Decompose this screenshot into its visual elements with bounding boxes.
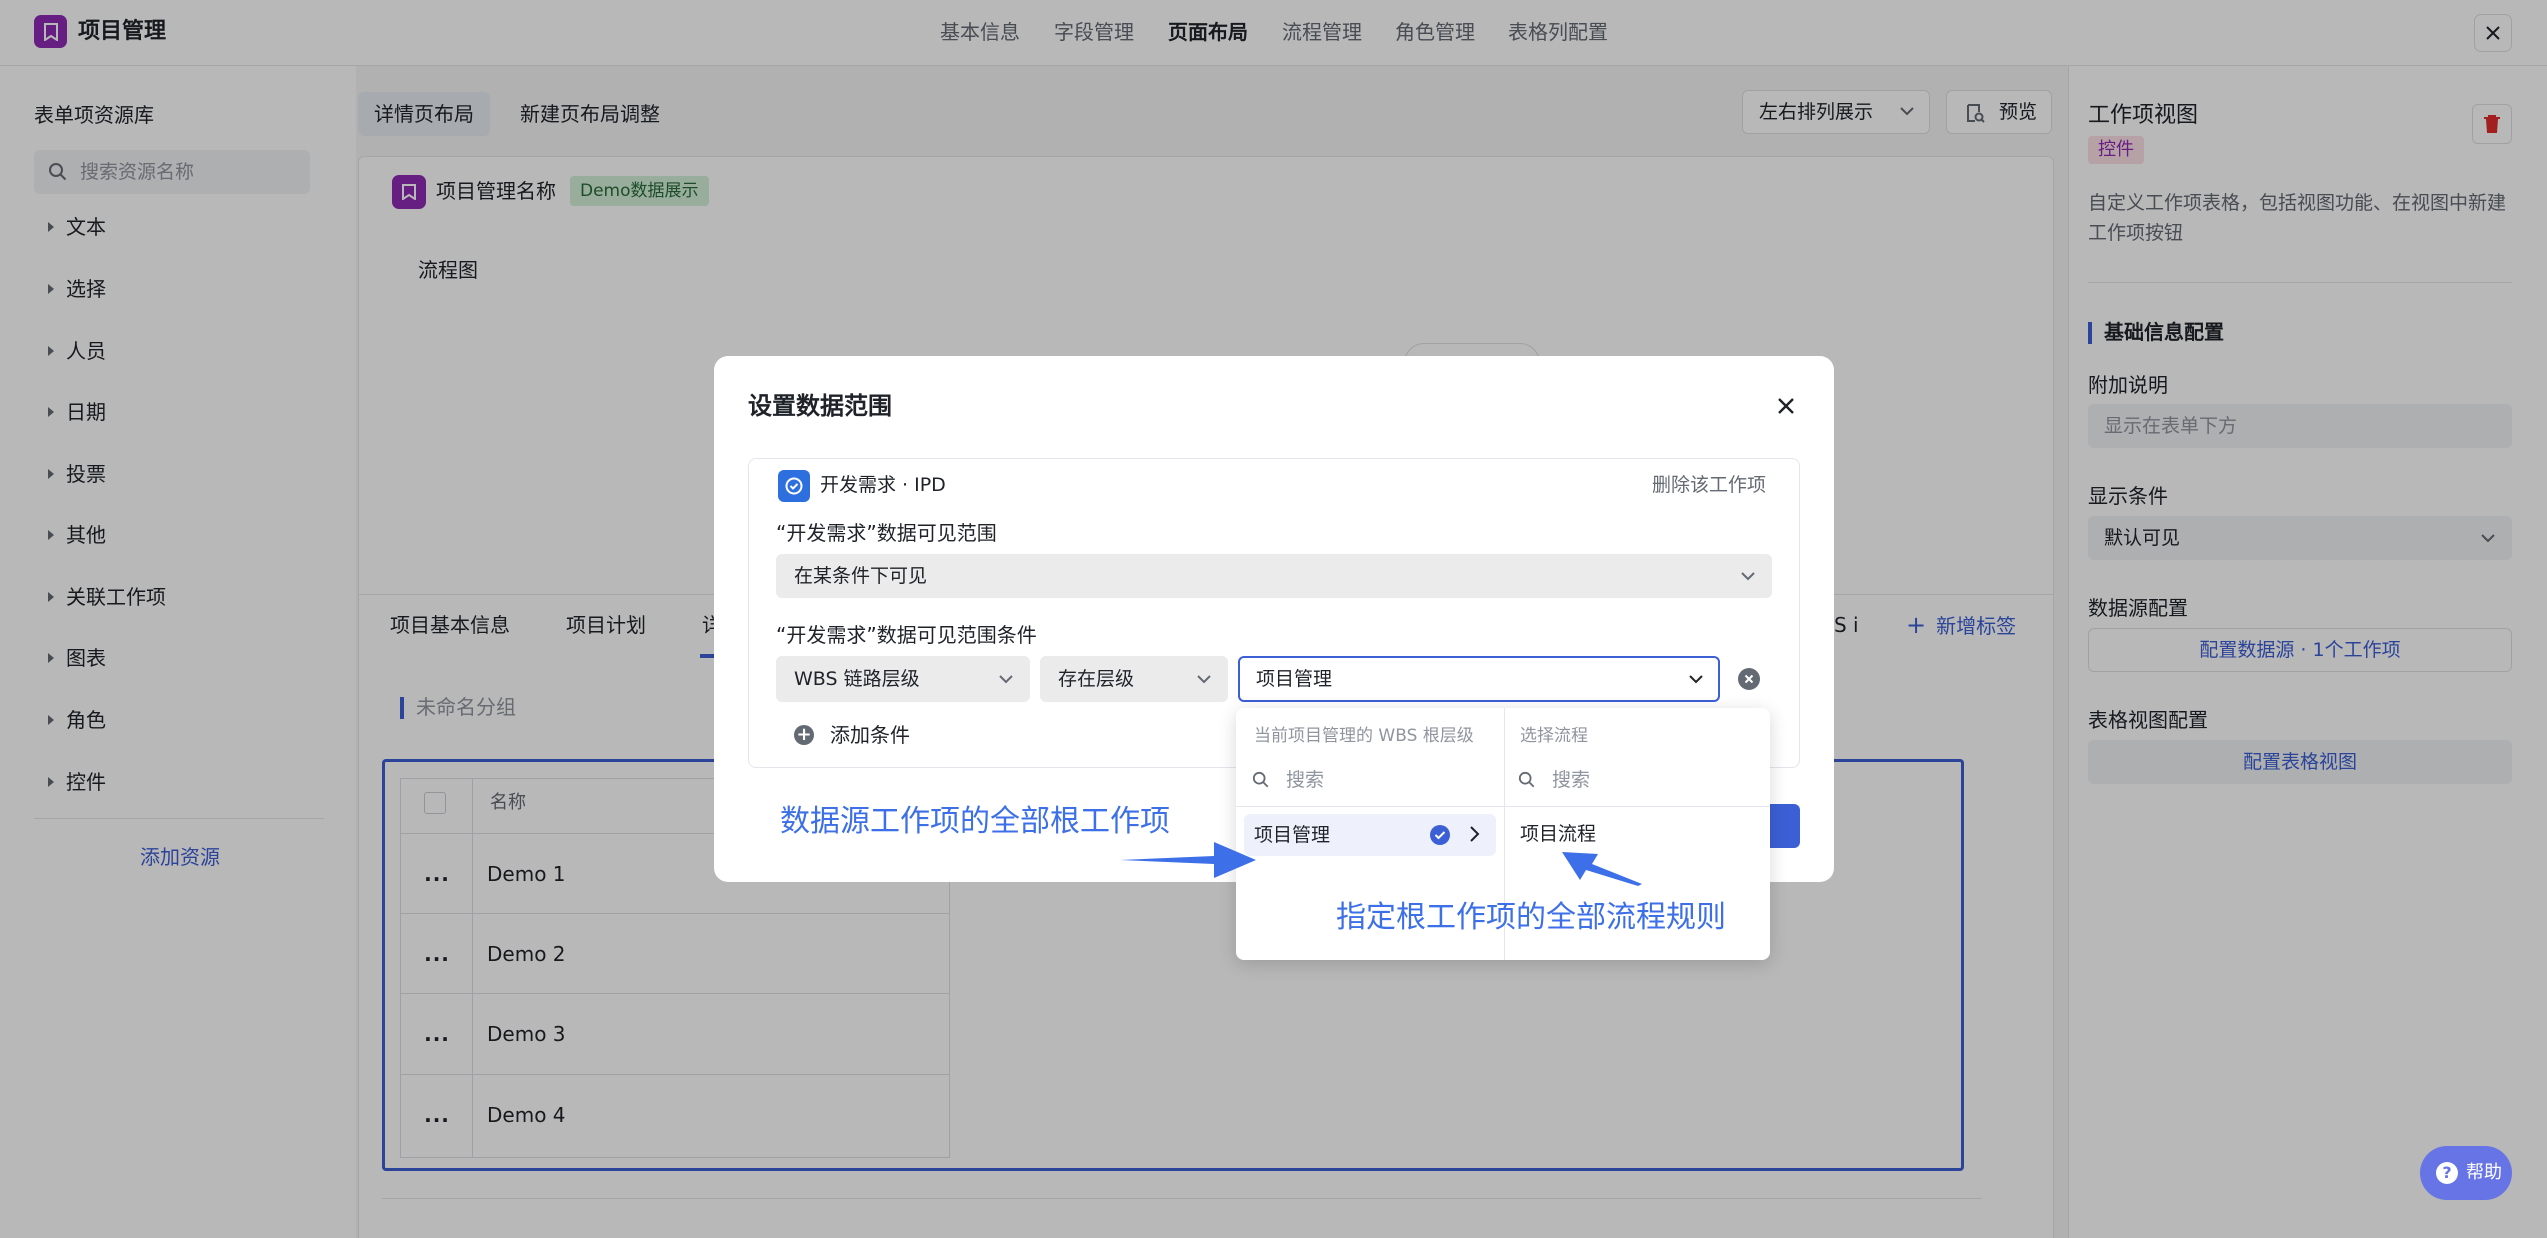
close-circle-icon bbox=[1744, 674, 1754, 684]
question-icon: ? bbox=[2436, 1162, 2458, 1184]
chevron-right-icon bbox=[1468, 824, 1480, 844]
root-level-header: 当前项目管理的 WBS 根层级 bbox=[1254, 726, 1474, 746]
search-placeholder: 搜索 bbox=[1552, 769, 1591, 791]
annotation-arrow-right bbox=[1562, 852, 1642, 886]
annotation-workflow-rules: 指定根工作项的全部流程规则 bbox=[1336, 900, 1726, 935]
condition-value-text: 项目管理 bbox=[1256, 668, 1333, 690]
range-condition-label: “开发需求”数据可见范围条件 bbox=[776, 623, 1037, 647]
visible-range-value: 在某条件下可见 bbox=[794, 565, 928, 587]
help-label: 帮助 bbox=[2466, 1162, 2502, 1183]
work-item-name: 开发需求 · IPD bbox=[820, 474, 946, 496]
remove-work-item-link[interactable]: 删除该工作项 bbox=[1652, 470, 1766, 500]
search-icon bbox=[1252, 771, 1270, 789]
work-item-type-icon bbox=[778, 470, 810, 502]
remove-condition-button[interactable] bbox=[1738, 668, 1760, 690]
search-placeholder: 搜索 bbox=[1286, 769, 1325, 791]
modal-title: 设置数据范围 bbox=[748, 392, 892, 420]
condition-field-select[interactable]: WBS 链路层级 bbox=[776, 656, 1030, 702]
plus-circle-icon: + bbox=[794, 725, 814, 745]
workflow-search-input[interactable]: 搜索 bbox=[1518, 764, 1590, 796]
add-condition-button[interactable]: + 添加条件 bbox=[794, 720, 910, 750]
visible-range-select[interactable]: 在某条件下可见 bbox=[776, 554, 1772, 598]
root-level-search-input[interactable]: 搜索 bbox=[1252, 764, 1324, 796]
annotation-arrow-left bbox=[1120, 842, 1256, 878]
close-icon bbox=[1778, 398, 1794, 414]
help-button[interactable]: ? 帮助 bbox=[2420, 1146, 2512, 1200]
cascader-search-divider bbox=[1236, 806, 1770, 807]
condition-operator-select[interactable]: 存在层级 bbox=[1040, 656, 1228, 702]
chevron-down-icon bbox=[998, 673, 1014, 685]
chevron-down-icon bbox=[1688, 673, 1704, 685]
root-level-option[interactable]: 项目管理 bbox=[1244, 814, 1496, 856]
search-icon bbox=[1518, 771, 1536, 789]
condition-operator-value: 存在层级 bbox=[1058, 668, 1135, 690]
modal-close-button[interactable] bbox=[1770, 390, 1802, 422]
chevron-down-icon bbox=[1196, 673, 1212, 685]
check-circle-icon bbox=[1430, 825, 1450, 845]
add-condition-label: 添加条件 bbox=[830, 723, 910, 747]
workflow-header: 选择流程 bbox=[1520, 726, 1588, 746]
visible-range-label: “开发需求”数据可见范围 bbox=[776, 521, 997, 545]
chevron-down-icon bbox=[1740, 570, 1756, 582]
condition-field-value: WBS 链路层级 bbox=[794, 668, 920, 690]
condition-value-select[interactable]: 项目管理 bbox=[1238, 656, 1720, 702]
